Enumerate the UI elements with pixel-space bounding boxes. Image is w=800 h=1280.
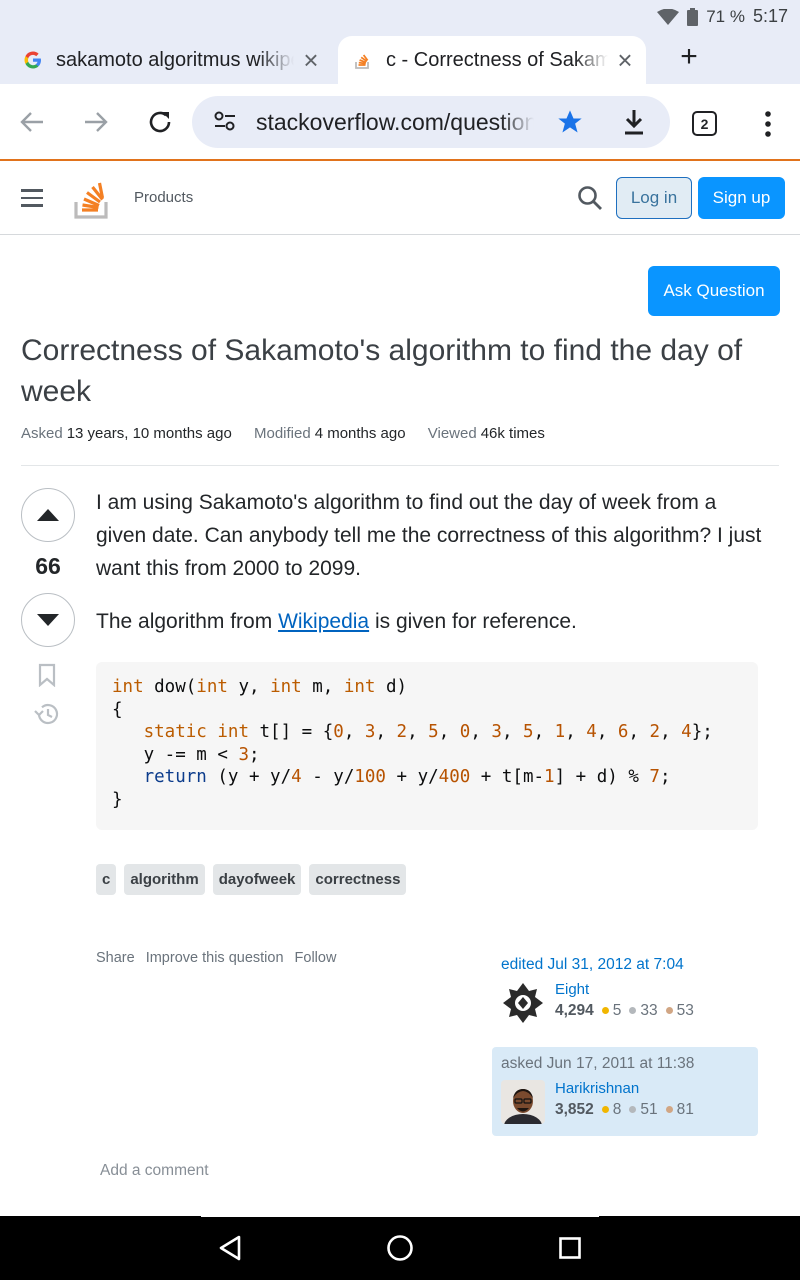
hamburger-menu-icon[interactable] (21, 189, 43, 207)
site-settings-icon[interactable] (214, 111, 236, 131)
avatar[interactable] (501, 1080, 545, 1124)
close-tab-icon[interactable]: × (614, 45, 636, 76)
tag-list: c algorithm dayofweek correctness (96, 864, 407, 895)
tab-title: c - Correctness of Sakamoto (386, 48, 608, 71)
status-bar: 71 % 5:17 (0, 0, 800, 34)
question-meta: Asked 13 years, 10 months ago Modified 4 m… (21, 425, 545, 442)
bookmark-icon[interactable] (37, 663, 57, 687)
code-line: int dow(int y, int m, int d) (112, 677, 408, 697)
site-header: Products Log in Sign up (0, 163, 800, 235)
code-line: static int t[] = {0, 3, 2, 5, 0, 3, 5, 1… (143, 722, 713, 742)
question-title[interactable]: Correctness of Sakamoto's algorithm to f… (21, 330, 779, 412)
login-button[interactable]: Log in (616, 177, 692, 219)
arrow-up-icon (37, 509, 59, 521)
share-link[interactable]: Share (96, 950, 135, 966)
reload-icon[interactable] (144, 106, 176, 138)
add-comment-link[interactable]: Add a comment (100, 1162, 209, 1180)
url-text: stackoverflow.com/questions (256, 109, 534, 135)
nav-recents-icon[interactable] (554, 1232, 586, 1264)
tag-c[interactable]: c (96, 864, 117, 895)
post-menu: Share Improve this question Follow (96, 950, 336, 966)
question-body-paragraph: The algorithm from Wikipedia is given fo… (96, 610, 577, 633)
tab-title: sakamoto algoritmus wikipedia (56, 48, 294, 71)
code-line: } (112, 789, 123, 810)
browser-toolbar: stackoverflow.com/questions 2 (0, 84, 800, 161)
code-line: y -= m < 3; (112, 744, 260, 765)
signup-button[interactable]: Sign up (698, 177, 785, 219)
code-block: int dow(int y, int m, int d){ static int… (96, 662, 758, 830)
tab-stackoverflow[interactable]: c - Correctness of Sakamoto × (338, 36, 646, 84)
forward-arrow-icon[interactable] (80, 106, 112, 138)
search-icon[interactable] (577, 185, 603, 211)
products-link[interactable]: Products (134, 189, 193, 206)
tag-dayofweek[interactable]: dayofweek (212, 864, 302, 895)
battery-icon (687, 7, 699, 26)
battery-level: 71 % (706, 6, 745, 26)
vote-count: 66 (35, 553, 61, 579)
user-name-link[interactable]: Eight (555, 981, 700, 998)
follow-link[interactable]: Follow (295, 950, 337, 966)
more-options-icon[interactable] (758, 110, 778, 138)
asker-card: asked Jun 17, 2011 at 11:38 Harikrishnan… (492, 1047, 758, 1136)
bookmark-star-icon[interactable] (556, 108, 584, 136)
divider (21, 465, 779, 466)
tag-algorithm[interactable]: algorithm (124, 864, 205, 895)
tab-switcher-button[interactable]: 2 (692, 111, 717, 136)
user-reputation: 3,852 8 51 81 (555, 1101, 694, 1118)
back-arrow-icon[interactable] (16, 106, 48, 138)
clock: 5:17 (752, 6, 788, 26)
upvote-button[interactable] (21, 488, 75, 542)
history-icon[interactable] (34, 702, 60, 726)
nav-back-icon[interactable] (214, 1232, 246, 1264)
editor-card: edited Jul 31, 2012 at 7:04 Eight 4,294 5… (492, 948, 758, 1040)
tag-correctness[interactable]: correctness (309, 864, 407, 895)
user-name-link[interactable]: Harikrishnan (555, 1080, 700, 1097)
question-body-paragraph: I am using Sakamoto's algorithm to find … (96, 491, 762, 580)
google-icon (22, 49, 44, 71)
code-line: { (112, 699, 123, 720)
edited-time-link[interactable]: edited Jul 31, 2012 at 7:04 (501, 956, 749, 974)
new-tab-icon[interactable]: + (676, 42, 702, 72)
system-nav-bar (0, 1216, 800, 1280)
code-line: return (y + y/4 - y/100 + y/400 + t[m-1]… (143, 767, 671, 787)
improve-question-link[interactable]: Improve this question (146, 950, 284, 966)
downvote-button[interactable] (21, 593, 75, 647)
stackoverflow-icon (352, 49, 374, 71)
arrow-down-icon (37, 614, 59, 626)
wifi-icon (657, 8, 680, 25)
user-reputation: 4,294 5 33 53 (555, 1002, 694, 1019)
close-tab-icon[interactable]: × (300, 45, 322, 76)
tab-google-search[interactable]: sakamoto algoritmus wikipedia × (22, 36, 332, 84)
asked-time: asked Jun 17, 2011 at 11:38 (501, 1055, 695, 1072)
wikipedia-link[interactable]: Wikipedia (278, 610, 369, 633)
download-icon[interactable] (622, 108, 646, 136)
avatar[interactable] (501, 981, 545, 1025)
tab-strip: sakamoto algoritmus wikipedia × c - Corr… (0, 34, 800, 84)
nav-home-icon[interactable] (384, 1232, 416, 1264)
stackoverflow-logo[interactable] (74, 177, 110, 219)
ask-question-button[interactable]: Ask Question (648, 266, 780, 316)
address-bar[interactable]: stackoverflow.com/questions (192, 96, 670, 148)
